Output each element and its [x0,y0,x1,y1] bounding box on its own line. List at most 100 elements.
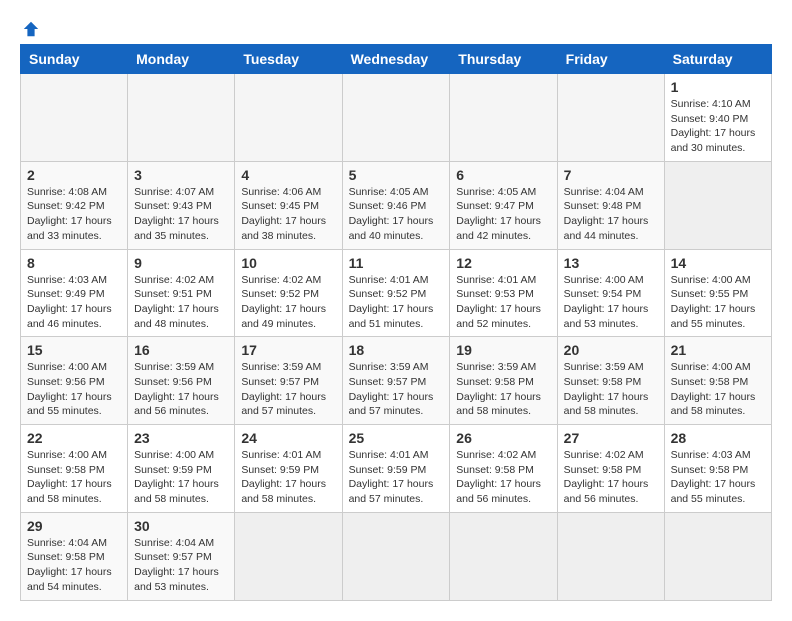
calendar-cell: 26Sunrise: 4:02 AMSunset: 9:58 PMDayligh… [450,425,557,513]
day-number: 26 [456,430,550,446]
day-info: Sunrise: 4:00 AMSunset: 9:56 PMDaylight:… [27,360,121,419]
day-info: Sunrise: 4:08 AMSunset: 9:42 PMDaylight:… [27,185,121,244]
day-number: 21 [671,342,765,358]
day-info: Sunrise: 4:00 AMSunset: 9:59 PMDaylight:… [134,448,228,507]
day-info: Sunrise: 4:10 AMSunset: 9:40 PMDaylight:… [671,97,765,156]
logo [20,20,40,34]
day-info: Sunrise: 4:04 AMSunset: 9:58 PMDaylight:… [27,536,121,595]
day-info: Sunrise: 4:07 AMSunset: 9:43 PMDaylight:… [134,185,228,244]
calendar-cell: 29 Sunrise: 4:04 AMSunset: 9:58 PMDayligh… [21,512,128,600]
day-info: Sunrise: 3:59 AMSunset: 9:57 PMDaylight:… [241,360,335,419]
calendar-cell: 25 Sunrise: 4:01 AMSunset: 9:59 PMDayligh… [342,425,450,513]
weekday-header: Wednesday [342,45,450,74]
day-info: Sunrise: 4:00 AMSunset: 9:58 PMDaylight:… [671,360,765,419]
day-info: Sunrise: 4:04 AMSunset: 9:48 PMDaylight:… [564,185,658,244]
day-number: 25 [349,430,444,446]
day-info: Sunrise: 4:00 AMSunset: 9:58 PMDaylight:… [27,448,121,507]
day-info: Sunrise: 4:02 AMSunset: 9:51 PMDaylight:… [134,273,228,332]
day-info: Sunrise: 4:05 AMSunset: 9:47 PMDaylight:… [456,185,550,244]
day-info: Sunrise: 4:02 AMSunset: 9:52 PMDaylight:… [241,273,335,332]
calendar-week-row: 15 Sunrise: 4:00 AMSunset: 9:56 PMDayligh… [21,337,772,425]
day-number: 2 [27,167,121,183]
calendar-cell: 8 Sunrise: 4:03 AMSunset: 9:49 PMDaylight… [21,249,128,337]
day-info: Sunrise: 4:01 AMSunset: 9:59 PMDaylight:… [349,448,444,507]
day-info: Sunrise: 3:59 AMSunset: 9:58 PMDaylight:… [564,360,658,419]
day-info: Sunrise: 4:06 AMSunset: 9:45 PMDaylight:… [241,185,335,244]
calendar-cell-empty [128,74,235,162]
day-number: 4 [241,167,335,183]
day-info: Sunrise: 4:04 AMSunset: 9:57 PMDaylight:… [134,536,228,595]
day-number: 24 [241,430,335,446]
day-info: Sunrise: 3:59 AMSunset: 9:56 PMDaylight:… [134,360,228,419]
day-number: 15 [27,342,121,358]
day-info: Sunrise: 4:01 AMSunset: 9:52 PMDaylight:… [349,273,444,332]
calendar-cell: 23 Sunrise: 4:00 AMSunset: 9:59 PMDayligh… [128,425,235,513]
calendar-week-row: 8 Sunrise: 4:03 AMSunset: 9:49 PMDaylight… [21,249,772,337]
day-number: 6 [456,167,550,183]
calendar-cell: 2 Sunrise: 4:08 AMSunset: 9:42 PMDaylight… [21,161,128,249]
day-info: Sunrise: 4:05 AMSunset: 9:46 PMDaylight:… [349,185,444,244]
calendar-cell: 11 Sunrise: 4:01 AMSunset: 9:52 PMDayligh… [342,249,450,337]
calendar-cell: 5 Sunrise: 4:05 AMSunset: 9:46 PMDaylight… [342,161,450,249]
day-number: 22 [27,430,121,446]
calendar-cell: 6 Sunrise: 4:05 AMSunset: 9:47 PMDaylight… [450,161,557,249]
calendar-cell-empty [21,74,128,162]
calendar-cell-empty [235,74,342,162]
calendar-header-row: SundayMondayTuesdayWednesdayThursdayFrid… [21,45,772,74]
calendar-cell: 1Sunrise: 4:10 AMSunset: 9:40 PMDaylight… [664,74,771,162]
weekday-header: Friday [557,45,664,74]
day-number: 8 [27,255,121,271]
weekday-header: Thursday [450,45,557,74]
calendar-cell: 15 Sunrise: 4:00 AMSunset: 9:56 PMDayligh… [21,337,128,425]
calendar-cell-empty [342,74,450,162]
weekday-header: Saturday [664,45,771,74]
day-number: 12 [456,255,550,271]
day-number: 29 [27,518,121,534]
calendar-cell-empty [557,512,664,600]
day-number: 3 [134,167,228,183]
calendar-cell: 10 Sunrise: 4:02 AMSunset: 9:52 PMDayligh… [235,249,342,337]
day-number: 10 [241,255,335,271]
day-info: Sunrise: 4:01 AMSunset: 9:59 PMDaylight:… [241,448,335,507]
calendar-week-row: 2 Sunrise: 4:08 AMSunset: 9:42 PMDaylight… [21,161,772,249]
logo-icon [22,20,40,38]
day-number: 27 [564,430,658,446]
day-number: 28 [671,430,765,446]
weekday-header: Tuesday [235,45,342,74]
day-number: 20 [564,342,658,358]
calendar-cell: 13 Sunrise: 4:00 AMSunset: 9:54 PMDayligh… [557,249,664,337]
calendar-cell: 21 Sunrise: 4:00 AMSunset: 9:58 PMDayligh… [664,337,771,425]
day-number: 16 [134,342,228,358]
day-number: 17 [241,342,335,358]
day-number: 14 [671,255,765,271]
day-info: Sunrise: 4:00 AMSunset: 9:54 PMDaylight:… [564,273,658,332]
calendar-cell: 24 Sunrise: 4:01 AMSunset: 9:59 PMDayligh… [235,425,342,513]
calendar-cell: 28 Sunrise: 4:03 AMSunset: 9:58 PMDayligh… [664,425,771,513]
day-number: 30 [134,518,228,534]
day-number: 11 [349,255,444,271]
calendar-cell: 22 Sunrise: 4:00 AMSunset: 9:58 PMDayligh… [21,425,128,513]
calendar-week-row: 22 Sunrise: 4:00 AMSunset: 9:58 PMDayligh… [21,425,772,513]
day-number: 7 [564,167,658,183]
day-number: 13 [564,255,658,271]
calendar-cell-empty [664,512,771,600]
calendar-cell: 7 Sunrise: 4:04 AMSunset: 9:48 PMDaylight… [557,161,664,249]
day-info: Sunrise: 4:02 AMSunset: 9:58 PMDaylight:… [564,448,658,507]
weekday-header: Monday [128,45,235,74]
calendar-cell: 9Sunrise: 4:02 AMSunset: 9:51 PMDaylight… [128,249,235,337]
calendar-cell: 16 Sunrise: 3:59 AMSunset: 9:56 PMDayligh… [128,337,235,425]
calendar-cell-empty [235,512,342,600]
calendar-cell: 4 Sunrise: 4:06 AMSunset: 9:45 PMDaylight… [235,161,342,249]
day-number: 5 [349,167,444,183]
day-info: Sunrise: 4:03 AMSunset: 9:49 PMDaylight:… [27,273,121,332]
calendar-cell: 18Sunrise: 3:59 AMSunset: 9:57 PMDayligh… [342,337,450,425]
calendar-cell-empty [450,74,557,162]
calendar-cell: 17 Sunrise: 3:59 AMSunset: 9:57 PMDayligh… [235,337,342,425]
calendar-cell: 19Sunrise: 3:59 AMSunset: 9:58 PMDayligh… [450,337,557,425]
day-info: Sunrise: 4:01 AMSunset: 9:53 PMDaylight:… [456,273,550,332]
day-info: Sunrise: 4:03 AMSunset: 9:58 PMDaylight:… [671,448,765,507]
day-info: Sunrise: 3:59 AMSunset: 9:58 PMDaylight:… [456,360,550,419]
day-number: 23 [134,430,228,446]
calendar-cell: 27 Sunrise: 4:02 AMSunset: 9:58 PMDayligh… [557,425,664,513]
calendar-table: SundayMondayTuesdayWednesdayThursdayFrid… [20,44,772,601]
